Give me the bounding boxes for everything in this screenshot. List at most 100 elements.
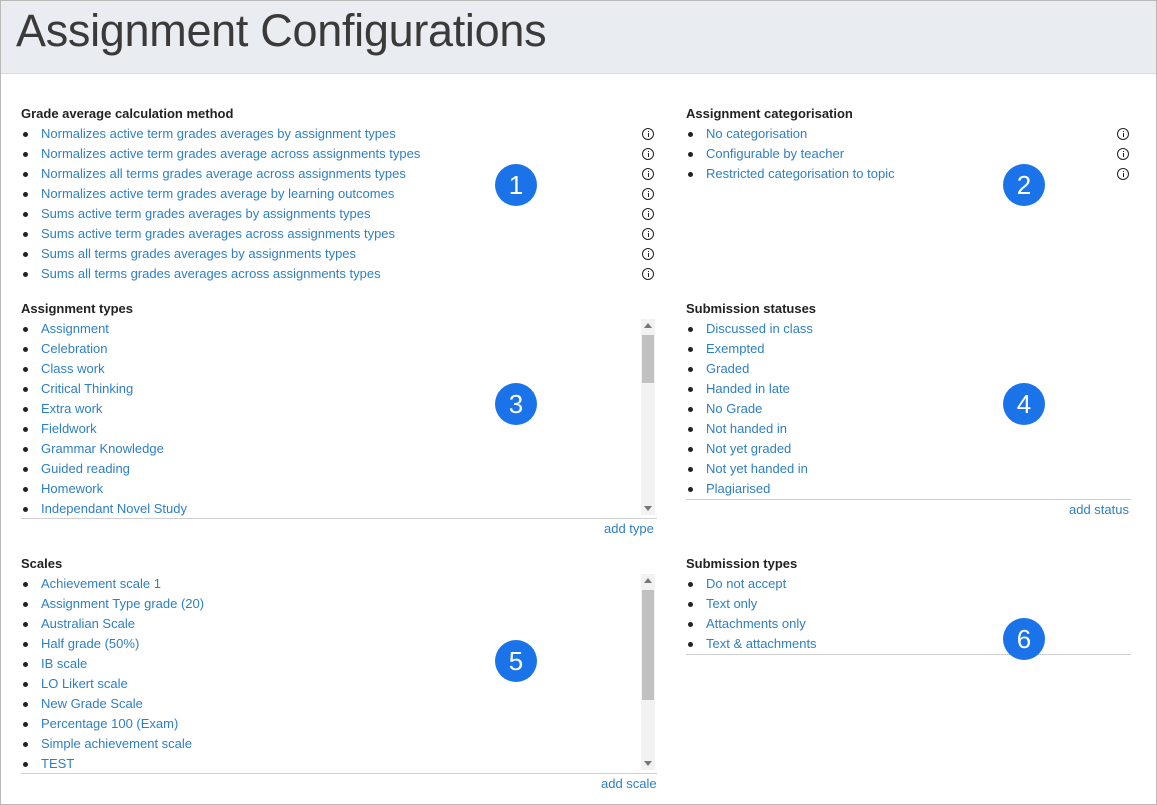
list-item: Sums active term grades averages across … <box>21 224 661 244</box>
bullet-icon <box>688 132 693 137</box>
categorisation-title: Assignment categorisation <box>686 106 853 121</box>
add-scale-link[interactable]: add scale <box>601 776 657 791</box>
status-link[interactable]: Not handed in <box>706 421 787 436</box>
callout-badge-2: 2 <box>1003 164 1045 206</box>
info-icon[interactable] <box>642 228 654 240</box>
scales-title: Scales <box>21 556 63 571</box>
scale-link[interactable]: Achievement scale 1 <box>41 576 161 591</box>
list-item: Normalizes all terms grades average acro… <box>21 164 661 184</box>
submission-type-link[interactable]: Do not accept <box>706 576 786 591</box>
info-icon[interactable] <box>642 248 654 260</box>
scale-link[interactable]: Simple achievement scale <box>41 736 192 751</box>
scale-link[interactable]: LO Likert scale <box>41 676 128 691</box>
list-item: New Grade Scale <box>21 694 621 714</box>
submission-type-link[interactable]: Attachments only <box>706 616 806 631</box>
list-item: Handed in late <box>686 379 1131 399</box>
categorisation-link[interactable]: Restricted categorisation to topic <box>706 166 895 181</box>
bullet-icon <box>23 507 28 512</box>
scale-link[interactable]: Percentage 100 (Exam) <box>41 716 178 731</box>
scroll-up-arrow-icon[interactable] <box>644 578 652 583</box>
assignment-types-scrollbar[interactable] <box>641 319 655 515</box>
assignment-type-link[interactable]: Celebration <box>41 341 108 356</box>
status-link[interactable]: Handed in late <box>706 381 790 396</box>
bullet-icon <box>23 487 28 492</box>
callout-badge-5: 5 <box>495 640 537 682</box>
status-link[interactable]: Graded <box>706 361 749 376</box>
grade-method-link[interactable]: Normalizes all terms grades average acro… <box>41 166 406 181</box>
scale-link[interactable]: Assignment Type grade (20) <box>41 596 204 611</box>
list-item: Text & attachments <box>686 634 1131 654</box>
categorisation-link[interactable]: No categorisation <box>706 126 807 141</box>
grade-method-link[interactable]: Sums all terms grades averages across as… <box>41 266 381 281</box>
scales-scrollbar[interactable] <box>641 574 655 770</box>
scale-link[interactable]: TEST <box>41 756 74 771</box>
scroll-thumb[interactable] <box>642 335 654 383</box>
assignment-type-link[interactable]: Independant Novel Study <box>41 501 187 516</box>
callout-badge-1: 1 <box>495 164 537 206</box>
scroll-down-arrow-icon[interactable] <box>644 506 652 511</box>
info-icon[interactable] <box>642 268 654 280</box>
add-type-link[interactable]: add type <box>604 521 654 536</box>
list-item: Homework <box>21 479 621 499</box>
categorisation-link[interactable]: Configurable by teacher <box>706 146 844 161</box>
submission-type-link[interactable]: Text & attachments <box>706 636 817 651</box>
grade-method-link[interactable]: Sums active term grades averages by assi… <box>41 206 370 221</box>
submission-type-link[interactable]: Text only <box>706 596 757 611</box>
status-link[interactable]: Not yet graded <box>706 441 791 456</box>
scale-link[interactable]: New Grade Scale <box>41 696 143 711</box>
scale-link[interactable]: Australian Scale <box>41 616 135 631</box>
divider <box>21 773 657 774</box>
status-link[interactable]: No Grade <box>706 401 762 416</box>
assignment-types-scrollbox[interactable]: Assignment Celebration Class work Critic… <box>21 319 641 519</box>
grade-method-link[interactable]: Normalizes active term grades average by… <box>41 186 394 201</box>
assignment-type-link[interactable]: Critical Thinking <box>41 381 133 396</box>
bullet-icon <box>688 152 693 157</box>
list-item: Discussed in class <box>686 319 1131 339</box>
info-icon[interactable] <box>1117 168 1129 180</box>
scale-link[interactable]: IB scale <box>41 656 87 671</box>
grade-method-link[interactable]: Normalizes active term grades average ac… <box>41 146 420 161</box>
list-item: Achievement scale 1 <box>21 574 621 594</box>
categorisation-section: Assignment categorisation No categorisat… <box>686 106 1136 186</box>
assignment-type-link[interactable]: Grammar Knowledge <box>41 441 164 456</box>
assignment-type-link[interactable]: Extra work <box>41 401 102 416</box>
grade-method-link[interactable]: Sums all terms grades averages by assign… <box>41 246 356 261</box>
scroll-thumb[interactable] <box>642 590 654 700</box>
categorisation-list: No categorisation Configurable by teache… <box>686 124 1136 184</box>
grade-method-link[interactable]: Normalizes active term grades averages b… <box>41 126 396 141</box>
assignment-types-title: Assignment types <box>21 301 133 316</box>
bullet-icon <box>23 367 28 372</box>
scroll-down-arrow-icon[interactable] <box>644 761 652 766</box>
add-status-link[interactable]: add status <box>1069 502 1129 517</box>
info-icon[interactable] <box>642 188 654 200</box>
bullet-icon <box>23 702 28 707</box>
assignment-type-link[interactable]: Guided reading <box>41 461 130 476</box>
bullet-icon <box>688 582 693 587</box>
status-link[interactable]: Discussed in class <box>706 321 813 336</box>
status-link[interactable]: Plagiarised <box>706 481 770 496</box>
submission-types-section: Submission types Do not accept Text only… <box>686 556 1136 666</box>
status-link[interactable]: Exempted <box>706 341 765 356</box>
bullet-icon <box>23 742 28 747</box>
assignment-type-link[interactable]: Class work <box>41 361 105 376</box>
assignment-type-link[interactable]: Fieldwork <box>41 421 97 436</box>
grade-method-link[interactable]: Sums active term grades averages across … <box>41 226 395 241</box>
assignment-type-link[interactable]: Assignment <box>41 321 109 336</box>
list-item: Not yet graded <box>686 439 1131 459</box>
info-icon[interactable] <box>1117 148 1129 160</box>
assignment-type-link[interactable]: Homework <box>41 481 103 496</box>
bullet-icon <box>23 212 28 217</box>
info-icon[interactable] <box>642 208 654 220</box>
info-icon[interactable] <box>642 148 654 160</box>
status-link[interactable]: Not yet handed in <box>706 461 808 476</box>
list-item: Graded <box>686 359 1131 379</box>
scale-link[interactable]: Half grade (50%) <box>41 636 139 651</box>
info-icon[interactable] <box>1117 128 1129 140</box>
bullet-icon <box>23 602 28 607</box>
info-icon[interactable] <box>642 128 654 140</box>
scroll-up-arrow-icon[interactable] <box>644 323 652 328</box>
scales-scrollbox[interactable]: Achievement scale 1 Assignment Type grad… <box>21 574 641 774</box>
list-item: Sums active term grades averages by assi… <box>21 204 661 224</box>
bullet-icon <box>23 252 28 257</box>
info-icon[interactable] <box>642 168 654 180</box>
